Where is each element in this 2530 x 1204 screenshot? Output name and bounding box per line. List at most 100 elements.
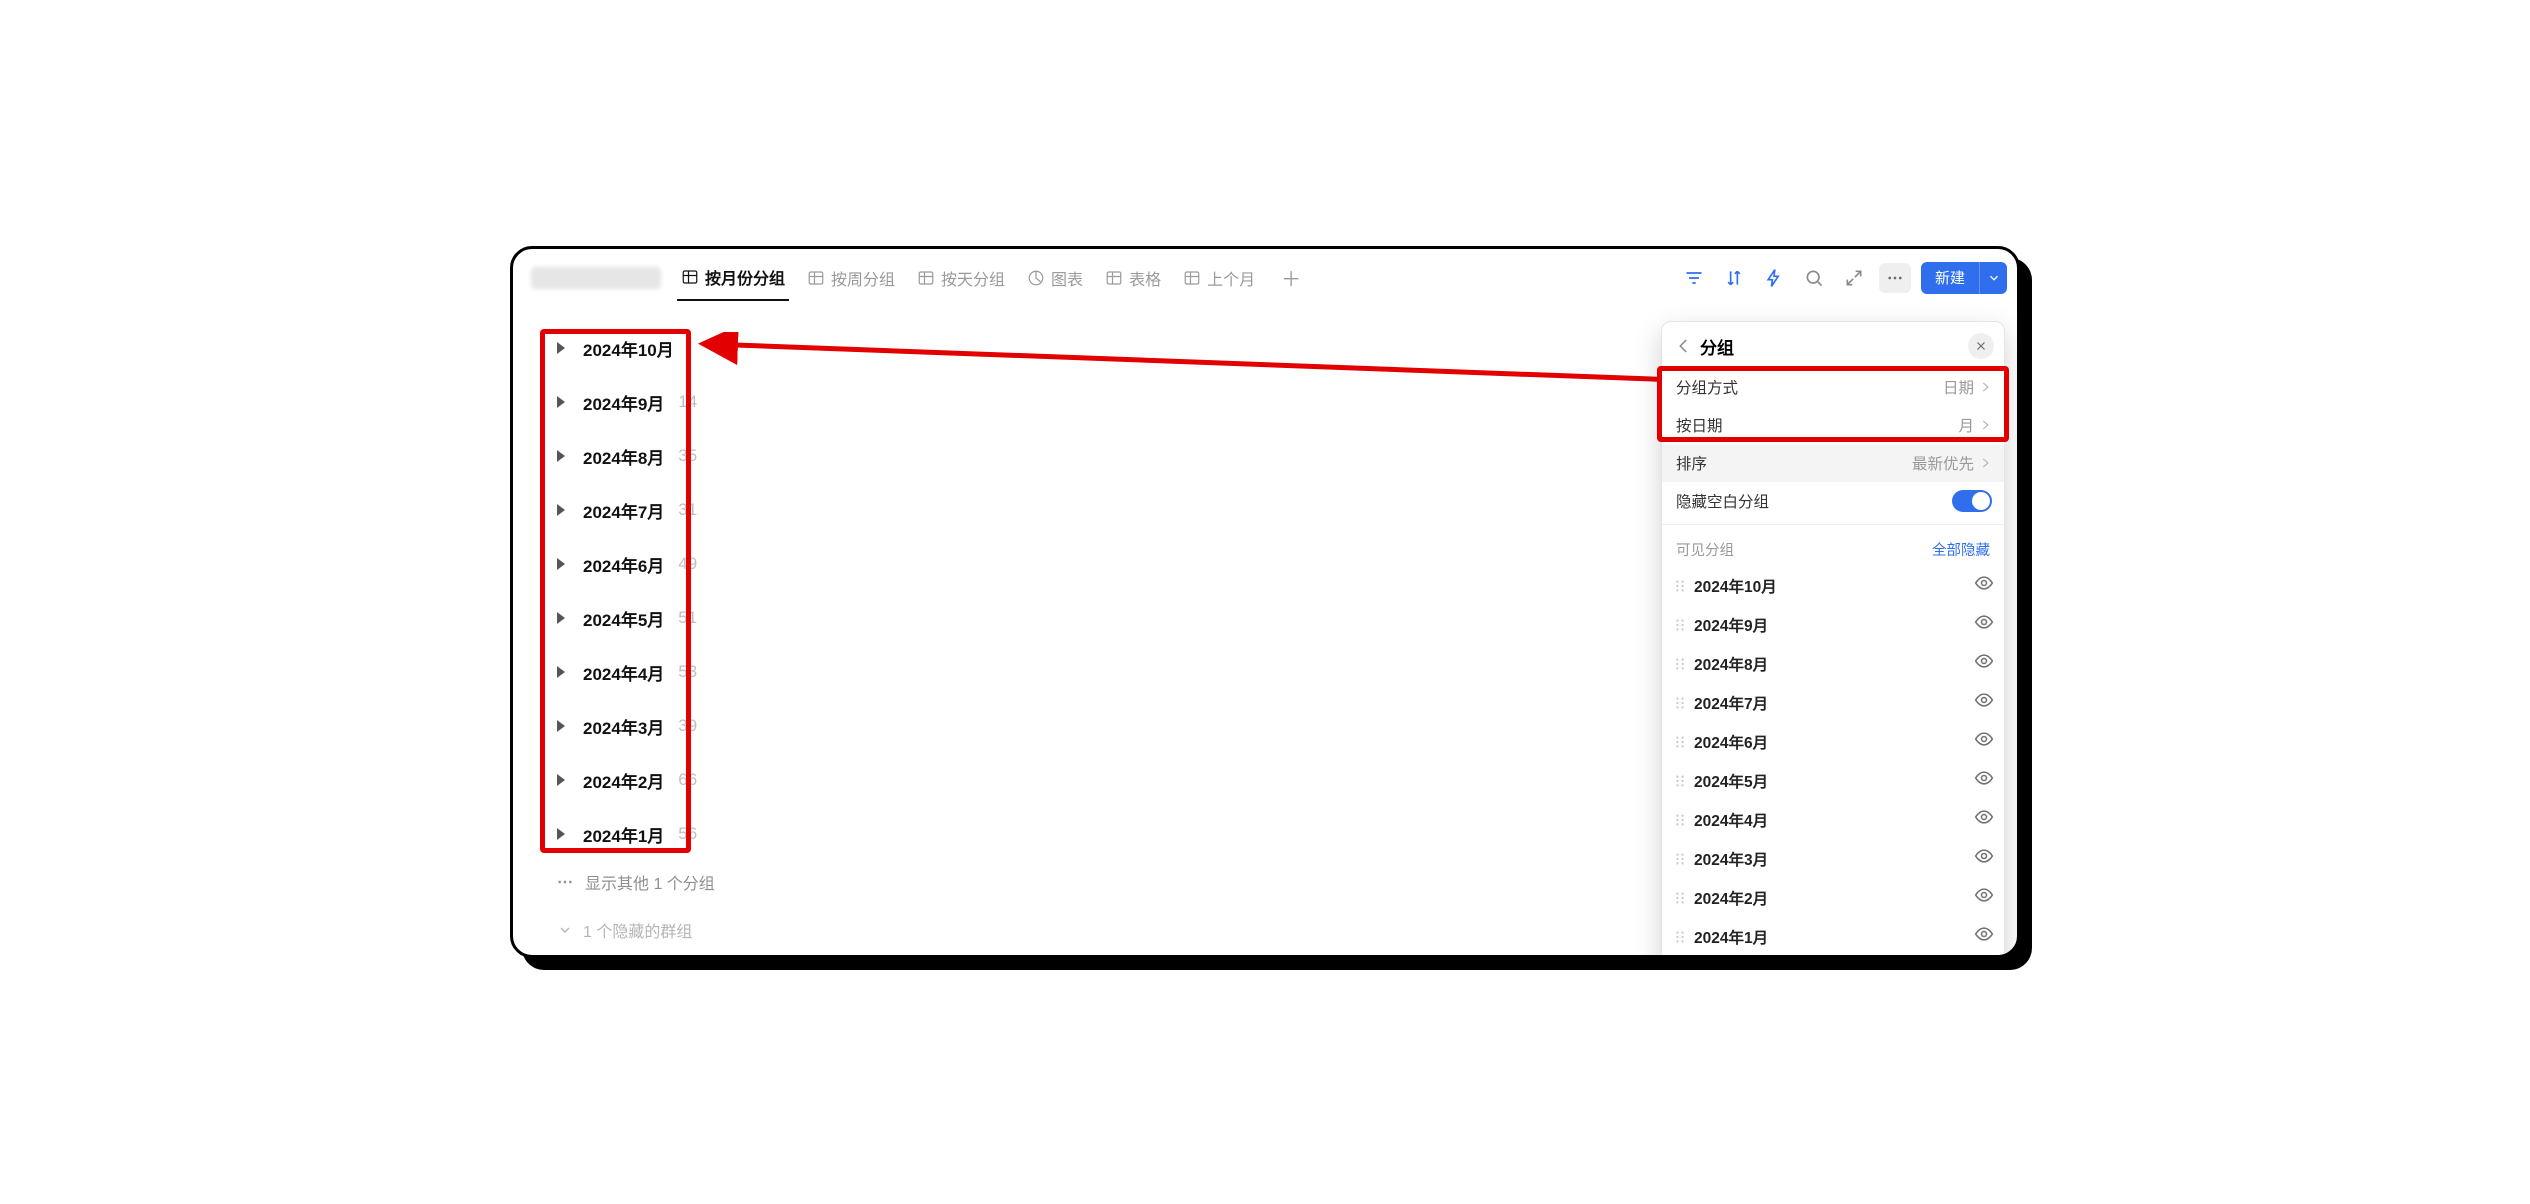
filter-button[interactable] — [1679, 263, 1709, 293]
hide-all-button[interactable]: 全部隐藏 — [1932, 539, 1990, 560]
drag-handle-icon[interactable] — [1670, 657, 1690, 671]
item-label: 2024年10月 — [1694, 575, 1777, 597]
group-count: 56 — [678, 824, 697, 844]
more-options-button[interactable] — [1879, 263, 1911, 293]
visibility-toggle[interactable] — [1974, 573, 1994, 598]
automation-button[interactable] — [1759, 263, 1789, 293]
visibility-toggle[interactable] — [1974, 690, 1994, 715]
visibility-toggle[interactable] — [1974, 846, 1994, 871]
visible-group-item[interactable]: 2024年7月 — [1662, 683, 2004, 722]
drag-handle-icon[interactable] — [1670, 774, 1690, 788]
group-count: 53 — [678, 662, 697, 682]
group-name: 2024年5月 — [583, 606, 664, 631]
item-label: 2024年7月 — [1694, 692, 1768, 714]
new-button[interactable]: 新建 — [1921, 262, 2007, 294]
disclosure-triangle-icon[interactable] — [557, 828, 565, 840]
tab-by-day[interactable]: 按天分组 — [913, 258, 1009, 298]
chevron-right-icon — [1978, 418, 1992, 432]
group-count: 39 — [678, 716, 697, 736]
drag-handle-icon[interactable] — [1670, 579, 1690, 593]
group-by-row[interactable]: 分组方式 日期 — [1662, 368, 2004, 406]
disclosure-triangle-icon[interactable] — [557, 450, 565, 462]
expand-button[interactable] — [1839, 263, 1869, 293]
hide-empty-row[interactable]: 隐藏空白分组 — [1662, 482, 2004, 520]
tab-label: 上个月 — [1207, 266, 1255, 290]
sort-button[interactable] — [1719, 263, 1749, 293]
visible-group-item[interactable]: 2024年6月 — [1662, 722, 2004, 761]
disclosure-triangle-icon[interactable] — [557, 396, 565, 408]
disclosure-triangle-icon[interactable] — [557, 666, 565, 678]
disclosure-triangle-icon[interactable] — [557, 774, 565, 786]
visible-groups-header: 可见分组 全部隐藏 — [1662, 529, 2004, 566]
by-date-row[interactable]: 按日期 月 — [1662, 406, 2004, 444]
panel-header: 分组 — [1662, 322, 2004, 368]
tab-label: 按天分组 — [941, 266, 1005, 290]
drag-handle-icon[interactable] — [1670, 696, 1690, 710]
show-more-label: 显示其他 1 个分组 — [585, 870, 715, 894]
visible-group-item[interactable]: 2024年5月 — [1662, 761, 2004, 800]
chevron-right-icon — [1978, 380, 1992, 394]
search-button[interactable] — [1799, 263, 1829, 293]
toolbar: 按月份分组 按周分组 按天分组 图表 — [513, 249, 2017, 307]
row-label: 按日期 — [1676, 414, 1723, 436]
chevron-right-icon — [1978, 456, 1992, 470]
sort-row[interactable]: 排序 最新优先 — [1662, 444, 2004, 482]
group-count: 35 — [678, 446, 697, 466]
disclosure-triangle-icon[interactable] — [557, 342, 565, 354]
drag-handle-icon[interactable] — [1670, 735, 1690, 749]
disclosure-triangle-icon[interactable] — [557, 558, 565, 570]
disclosure-triangle-icon[interactable] — [557, 612, 565, 624]
visible-group-item[interactable]: 2024年2月 — [1662, 878, 2004, 917]
visible-group-item[interactable]: 2024年9月 — [1662, 605, 2004, 644]
group-name: 2024年2月 — [583, 768, 664, 793]
tab-by-month[interactable]: 按月份分组 — [677, 257, 789, 301]
database-title-blurred — [531, 267, 661, 289]
drag-handle-icon[interactable] — [1670, 891, 1690, 905]
tab-label: 图表 — [1051, 266, 1083, 290]
visibility-toggle[interactable] — [1974, 729, 1994, 754]
item-label: 2024年1月 — [1694, 926, 1768, 948]
drag-handle-icon[interactable] — [1670, 852, 1690, 866]
visibility-toggle[interactable] — [1974, 807, 1994, 832]
toggle-switch[interactable] — [1952, 490, 1992, 512]
visibility-toggle[interactable] — [1974, 768, 1994, 793]
visible-group-item[interactable]: 2024年3月 — [1662, 839, 2004, 878]
group-name: 2024年3月 — [583, 714, 664, 739]
close-button[interactable] — [1968, 333, 1994, 359]
item-label: 2024年5月 — [1694, 770, 1768, 792]
panel-show-more[interactable]: ⋯ 显示其他 1 个分组 — [1662, 956, 2004, 958]
add-view-button[interactable]: ＋ — [1279, 263, 1303, 292]
drag-handle-icon[interactable] — [1670, 618, 1690, 632]
visibility-toggle[interactable] — [1974, 924, 1994, 949]
back-button[interactable] — [1670, 332, 1698, 360]
group-name: 2024年10月 — [583, 336, 674, 361]
group-name: 2024年1月 — [583, 822, 664, 847]
tab-chart[interactable]: 图表 — [1023, 258, 1087, 298]
group-count: 49 — [678, 554, 697, 574]
disclosure-triangle-icon[interactable] — [557, 720, 565, 732]
item-label: 2024年2月 — [1694, 887, 1768, 909]
visibility-toggle[interactable] — [1974, 612, 1994, 637]
drag-handle-icon[interactable] — [1670, 930, 1690, 944]
visible-group-item[interactable]: 2024年4月 — [1662, 800, 2004, 839]
row-label: 排序 — [1676, 452, 1707, 474]
visible-group-item[interactable]: 2024年8月 — [1662, 644, 2004, 683]
group-name: 2024年6月 — [583, 552, 664, 577]
tab-table[interactable]: 表格 — [1101, 258, 1165, 298]
disclosure-triangle-icon[interactable] — [557, 504, 565, 516]
tab-last-month[interactable]: 上个月 — [1179, 258, 1259, 298]
toolbar-actions: 新建 — [1679, 262, 2007, 294]
group-name: 2024年7月 — [583, 498, 664, 523]
section-label: 可见分组 — [1676, 539, 1734, 560]
drag-handle-icon[interactable] — [1670, 813, 1690, 827]
visible-group-item[interactable]: 2024年1月 — [1662, 917, 2004, 956]
tab-label: 表格 — [1129, 266, 1161, 290]
item-label: 2024年9月 — [1694, 614, 1768, 636]
tab-by-week[interactable]: 按周分组 — [803, 258, 899, 298]
ellipsis-icon: ⋯ — [557, 872, 575, 892]
new-button-dropdown[interactable] — [1979, 262, 2007, 294]
visibility-toggle[interactable] — [1974, 885, 1994, 910]
table-icon — [807, 269, 825, 287]
visible-group-item[interactable]: 2024年10月 — [1662, 566, 2004, 605]
visibility-toggle[interactable] — [1974, 651, 1994, 676]
